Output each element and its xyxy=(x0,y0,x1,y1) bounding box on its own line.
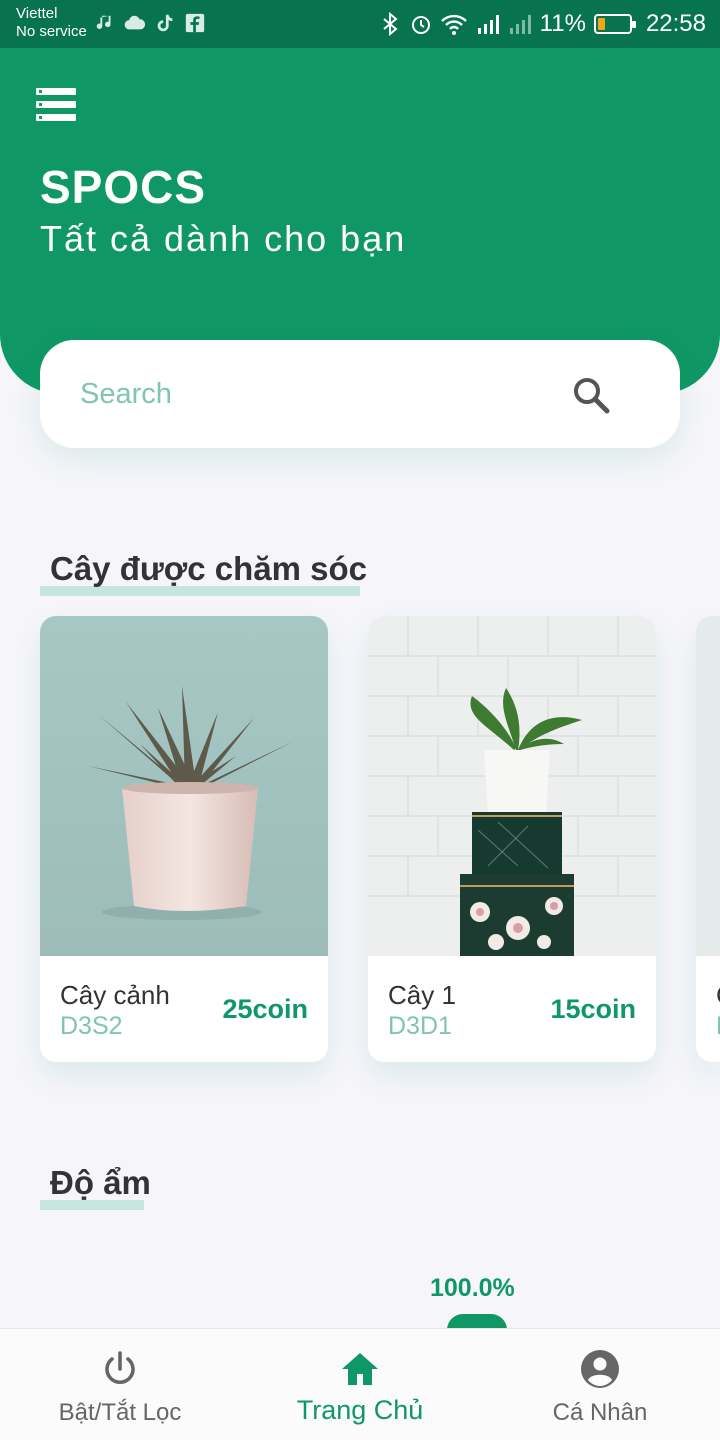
nav-item-filter-toggle[interactable]: Bật/Tắt Lọc xyxy=(0,1329,240,1440)
network-status: No service xyxy=(16,23,87,40)
carrier-name: Viettel xyxy=(16,5,58,22)
app-subtitle: Tất cả dành cho bạn xyxy=(40,218,407,259)
facebook-icon xyxy=(185,13,205,33)
search-input[interactable] xyxy=(80,340,540,448)
plant-card[interactable]: C D xyxy=(696,616,720,1062)
account-icon xyxy=(581,1350,619,1388)
humidity-section-title: Độ ẩm xyxy=(40,1164,151,1210)
cloud-icon xyxy=(124,15,146,30)
wifi-icon xyxy=(440,14,467,35)
nav-label: Trang Chủ xyxy=(296,1395,424,1425)
plant-price: 15coin xyxy=(550,994,636,1024)
music-icon xyxy=(96,15,111,29)
status-bar: Viettel No service 11% 22:58 xyxy=(0,0,720,48)
battery-percent: 11% xyxy=(539,10,586,37)
bluetooth-icon xyxy=(383,12,398,36)
plant-image xyxy=(696,616,720,956)
nav-label: Bật/Tắt Lọc xyxy=(58,1399,182,1426)
plant-price: 25coin xyxy=(222,994,308,1024)
plant-name: Cây cảnh xyxy=(60,980,170,1010)
nav-item-profile[interactable]: Cá Nhân xyxy=(480,1329,720,1440)
notification-icons xyxy=(94,12,206,34)
search-icon[interactable] xyxy=(570,374,612,416)
plants-section-title: Cây được chăm sóc xyxy=(40,550,367,596)
plant-image-aloe xyxy=(40,616,328,956)
tiktok-icon xyxy=(157,14,173,32)
plant-card[interactable]: Cây cảnh D3S2 25coin xyxy=(40,616,328,1062)
search-bar xyxy=(40,340,680,448)
plant-code: D xyxy=(716,1012,720,1041)
home-icon xyxy=(342,1353,378,1385)
nav-label: Cá Nhân xyxy=(552,1399,648,1426)
humidity-value-label: 100.0% xyxy=(430,1274,515,1302)
plant-code: D3S2 xyxy=(60,1012,123,1040)
signal-icon xyxy=(477,15,499,34)
plant-name: C xyxy=(716,980,720,1011)
battery-icon xyxy=(593,14,636,34)
menu-icon[interactable] xyxy=(36,88,76,122)
alarm-icon xyxy=(411,16,430,34)
app-title: SPOCS xyxy=(40,161,207,213)
system-status: 11% 22:58 xyxy=(380,10,706,38)
carrier-info: Viettel No service xyxy=(16,5,87,41)
signal-no-service-icon xyxy=(509,15,531,34)
plant-name: Cây 1 xyxy=(388,980,456,1010)
power-icon xyxy=(105,1351,135,1385)
plant-card[interactable]: Cây 1 D3D1 15coin xyxy=(368,616,656,1062)
clock: 22:58 xyxy=(645,10,706,37)
nav-item-home[interactable]: Trang Chủ xyxy=(240,1329,480,1440)
bottom-navigation: Bật/Tắt Lọc Trang Chủ Cá Nhân xyxy=(0,1328,720,1440)
plant-code: D3D1 xyxy=(388,1012,452,1040)
plant-image-snake xyxy=(368,616,656,956)
